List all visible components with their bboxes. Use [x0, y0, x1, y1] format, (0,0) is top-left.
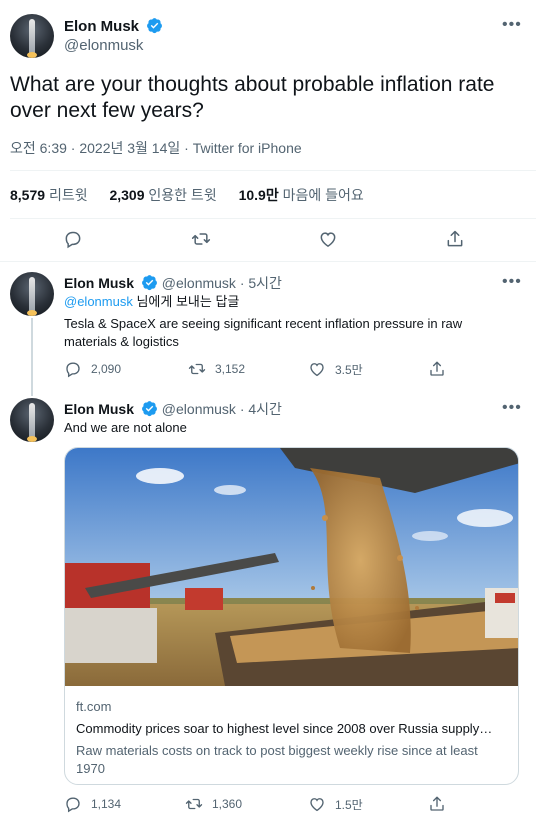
like-icon	[308, 795, 326, 813]
card-domain: ft.com	[76, 699, 112, 714]
retweet-count: 3,152	[215, 362, 246, 376]
share-button[interactable]	[428, 360, 446, 378]
author-name[interactable]: Elon Musk	[64, 17, 163, 36]
retweet-icon	[191, 229, 211, 249]
divider	[10, 218, 536, 219]
more-icon[interactable]: •••	[502, 399, 522, 417]
card-title: Commodity prices soar to highest level s…	[76, 721, 493, 736]
like-button[interactable]	[318, 229, 338, 249]
quotes-stat[interactable]: 2,309 인용한 트윗	[109, 187, 216, 203]
share-button[interactable]	[445, 229, 465, 249]
reply-button[interactable]	[63, 229, 83, 249]
share-icon	[445, 229, 465, 249]
thread-line	[31, 318, 33, 396]
card-body: ft.com Commodity prices soar to highest …	[76, 698, 510, 778]
reply-context: @elonmusk 님에게 보내는 답글	[64, 294, 240, 309]
avatar[interactable]	[10, 14, 54, 58]
reply-icon	[63, 229, 83, 249]
author-handle[interactable]: @elonmusk	[162, 275, 236, 291]
divider	[10, 170, 536, 171]
tweet-stats: 8,579 리트윗 2,309 인용한 트윗 10.9만 마음에 들어요	[10, 185, 382, 205]
retweet-button[interactable]: 1,360	[185, 795, 242, 813]
reply-header: Elon Musk @elonmusk · 4시간	[64, 400, 282, 417]
tweet-text: What are your thoughts about probable in…	[10, 73, 495, 122]
card-description: Raw materials costs on track to post big…	[76, 743, 478, 776]
verified-badge-icon	[146, 17, 163, 34]
like-button[interactable]: 1.5만	[308, 795, 363, 813]
reply-count: 1,134	[91, 797, 122, 811]
retweet-count: 1,360	[212, 797, 243, 811]
retweet-button[interactable]	[191, 229, 211, 249]
tweet-timestamp[interactable]: 오전 6:39 · 2022년 3월 14일 · Twitter for iPh…	[10, 138, 302, 158]
retweets-stat[interactable]: 8,579 리트윗	[10, 187, 88, 203]
verified-badge-icon	[141, 400, 158, 417]
divider	[0, 261, 536, 262]
share-icon	[428, 795, 446, 813]
likes-stat[interactable]: 10.9만 마음에 들어요	[239, 187, 364, 203]
more-icon[interactable]: •••	[502, 16, 522, 34]
reply-button[interactable]: 1,134	[64, 795, 121, 813]
tweet-text: Tesla & SpaceX are seeing significant re…	[64, 316, 463, 349]
retweet-icon	[188, 360, 206, 378]
share-icon	[428, 360, 446, 378]
like-icon	[318, 229, 338, 249]
retweet-button[interactable]: 3,152	[188, 360, 245, 378]
avatar[interactable]	[10, 398, 54, 442]
author-handle[interactable]: @elonmusk	[64, 37, 143, 54]
author-handle[interactable]: @elonmusk	[162, 401, 236, 417]
reply-icon	[64, 360, 82, 378]
card-image	[65, 448, 518, 686]
share-button[interactable]	[428, 795, 446, 813]
reply-count: 2,090	[91, 362, 122, 376]
retweet-icon	[185, 795, 203, 813]
tweet-text: And we are not alone	[64, 420, 187, 435]
reply-to-link[interactable]: @elonmusk	[64, 294, 133, 309]
tweet-time[interactable]: · 4시간	[240, 401, 282, 417]
reply-button[interactable]: 2,090	[64, 360, 121, 378]
link-card[interactable]: ft.com Commodity prices soar to highest …	[64, 447, 519, 785]
more-icon[interactable]: •••	[502, 273, 522, 291]
like-icon	[308, 360, 326, 378]
reply-header: Elon Musk @elonmusk · 5시간	[64, 274, 282, 291]
like-button[interactable]: 3.5만	[308, 360, 363, 378]
reply-icon	[64, 795, 82, 813]
like-count: 3.5만	[335, 362, 363, 377]
like-count: 1.5만	[335, 797, 363, 812]
tweet-time[interactable]: · 5시간	[240, 275, 282, 291]
avatar[interactable]	[10, 272, 54, 316]
verified-badge-icon	[141, 274, 158, 291]
